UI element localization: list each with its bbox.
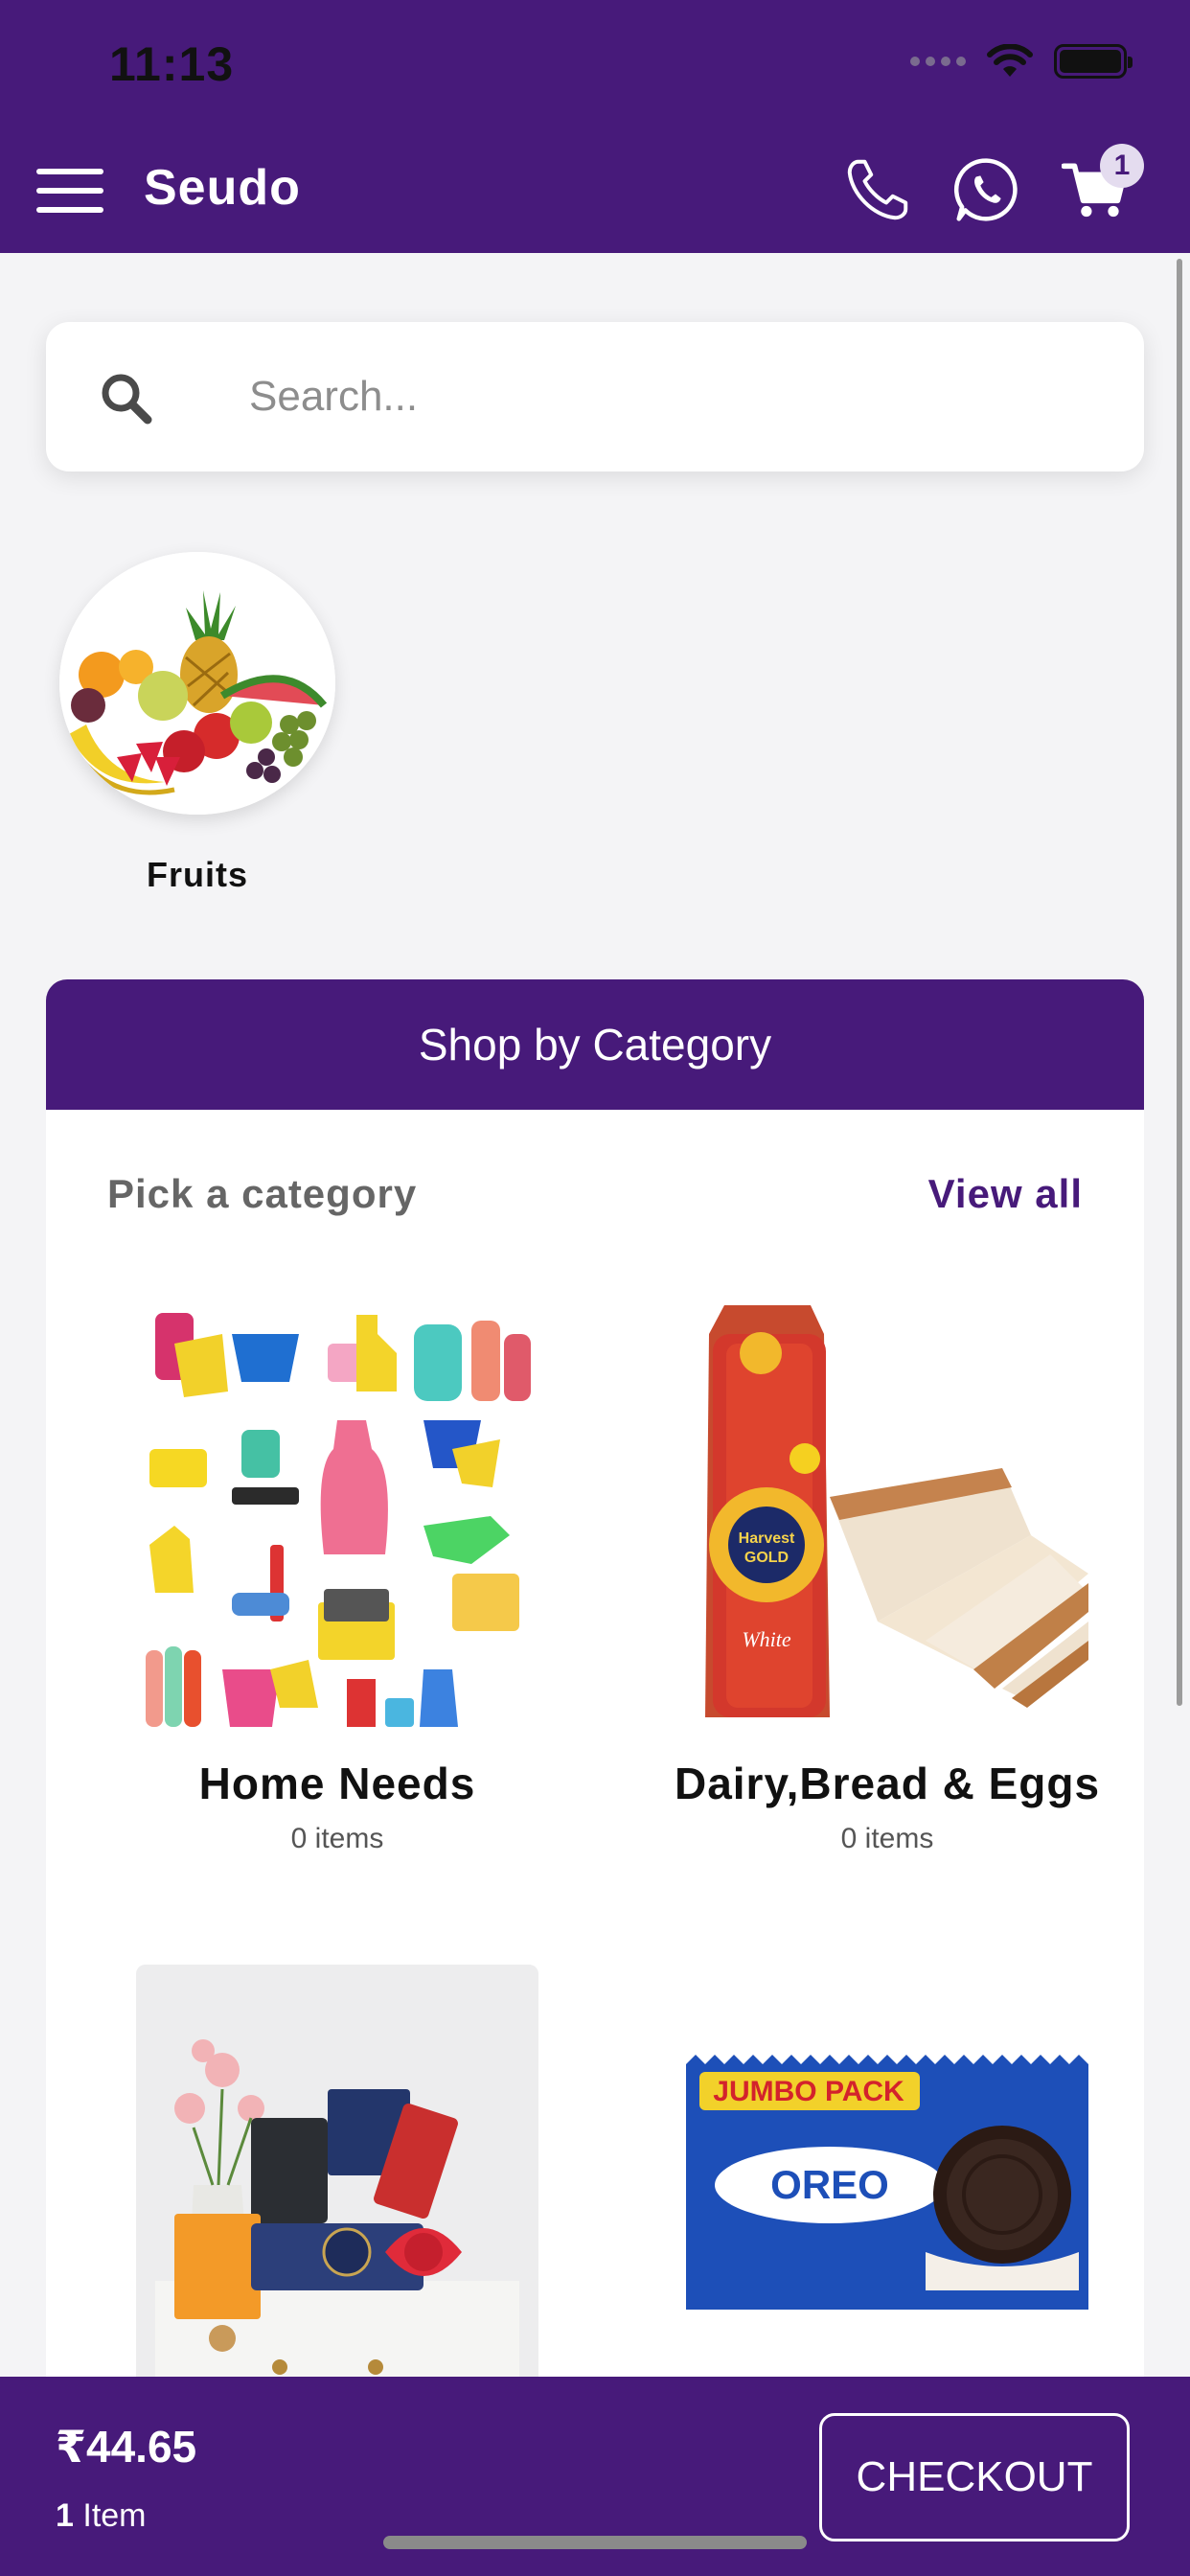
svg-text:OREO: OREO	[770, 2162, 889, 2207]
cart-count-badge: 1	[1100, 144, 1144, 188]
gift-hamper-image	[136, 1965, 538, 2386]
item-count-label: Item	[73, 2497, 147, 2534]
shop-by-category-card: Shop by Category Pick a category View al…	[46, 979, 1144, 2576]
svg-text:Harvest: Harvest	[739, 1530, 795, 1547]
category-name: Home Needs	[198, 1759, 476, 1808]
item-count-number: 1	[56, 2497, 74, 2534]
top-category-fruits[interactable]: Fruits	[59, 552, 335, 895]
cell-signal-icon	[910, 57, 966, 66]
category-tile-gift-hamper[interactable]	[117, 1965, 558, 2386]
category-name: Dairy,Bread & Eggs	[674, 1759, 1101, 1808]
category-tile-home-needs[interactable]: Home Needs 0 items	[117, 1305, 558, 1855]
shop-by-category-title: Shop by Category	[46, 979, 1144, 1110]
home-needs-image	[136, 1305, 538, 1727]
view-all-link[interactable]: View all	[928, 1171, 1083, 1217]
app-screen: 11:13 Seudo 1 Search... Fruits Shop by C…	[0, 0, 1190, 2576]
home-indicator[interactable]	[383, 2536, 807, 2549]
battery-icon	[1054, 44, 1133, 79]
category-tile-biscuits[interactable]: JUMBO PACK OREO	[667, 1965, 1108, 2386]
brand-title: Seudo	[144, 160, 301, 216]
hamburger-menu-icon[interactable]	[36, 169, 103, 213]
status-time: 11:13	[109, 37, 235, 91]
category-count: 0 items	[840, 1823, 934, 1854]
search-bar[interactable]	[46, 322, 1144, 472]
category-count: 0 items	[290, 1823, 384, 1854]
app-header: 11:13 Seudo 1	[0, 0, 1190, 253]
svg-text:White: White	[742, 1627, 791, 1651]
oreo-pack-image: JUMBO PACK OREO	[686, 1965, 1088, 2386]
pick-category-label: Pick a category	[107, 1171, 418, 1216]
svg-text:GOLD: GOLD	[744, 1550, 789, 1566]
cart-total-price: ₹44.65	[56, 2422, 197, 2472]
phone-icon[interactable]	[843, 155, 912, 224]
cart-item-count: 1 Item	[56, 2497, 147, 2535]
scrollbar[interactable]	[1177, 259, 1182, 1706]
top-category-label: Fruits	[146, 855, 248, 894]
search-input[interactable]	[249, 360, 1092, 433]
status-icons	[910, 44, 1133, 79]
pick-category-row: Pick a category View all	[107, 1171, 1083, 1217]
wifi-icon	[987, 44, 1033, 77]
bread-image: Harvest GOLD White	[686, 1305, 1088, 1727]
fruits-image	[59, 552, 335, 815]
search-icon	[102, 374, 152, 425]
svg-text:JUMBO PACK: JUMBO PACK	[713, 2076, 904, 2107]
category-tile-dairy-bread-eggs[interactable]: Harvest GOLD White Dairy,Bread & Eggs 0 …	[667, 1305, 1108, 1855]
checkout-button[interactable]: CHECKOUT	[819, 2413, 1130, 2542]
whatsapp-icon[interactable]	[952, 155, 1021, 224]
